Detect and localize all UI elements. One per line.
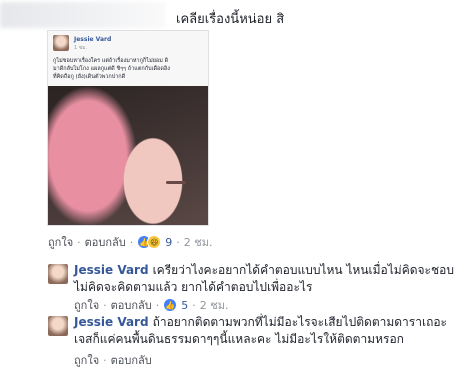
reply-meta: ถูกใจ · ตอบกลับ · 👍 5 · 2 ชม. bbox=[74, 296, 228, 314]
avatar[interactable] bbox=[48, 316, 68, 336]
reply-author[interactable]: Jessie Vard bbox=[74, 263, 149, 277]
closed-eye bbox=[166, 181, 186, 184]
shared-post-time: 1 ชม. bbox=[74, 45, 88, 51]
reactions[interactable]: 👍 😆 bbox=[137, 235, 162, 249]
haha-reaction-icon: 😆 bbox=[147, 235, 162, 249]
reply-body: Jessie Vard ถ้าอยากติดตามพวกที่ไม่มีอะไรจ… bbox=[74, 314, 458, 348]
portrait-photo bbox=[48, 86, 208, 225]
avatar[interactable] bbox=[48, 264, 68, 284]
like-link[interactable]: ถูกใจ bbox=[48, 233, 73, 251]
comment-time[interactable]: 2 ชม. bbox=[184, 233, 213, 251]
reply-meta: ถูกใจ · ตอบกลับ bbox=[74, 351, 152, 369]
reply-link[interactable]: ตอบกลับ bbox=[85, 233, 126, 251]
shared-post-text: กูไม่ชอบหาเรื่องใคร แต่ถ้าเรื่องมาหากูก็… bbox=[53, 58, 170, 80]
like-reaction-icon: 👍 bbox=[163, 298, 178, 312]
shared-post-header: Jessie Vard 1 ชม. bbox=[53, 35, 203, 55]
shared-post-screenshot[interactable]: Jessie Vard 1 ชม. กูไม่ชอบหาเรื่องใคร แต… bbox=[47, 30, 209, 226]
reaction-count[interactable]: 9 bbox=[165, 236, 172, 249]
reply-link[interactable]: ตอบกลับ bbox=[111, 351, 152, 369]
reply-body: Jessie Vard เครียว่าไงคะอยากได้คำตอบแบบไห… bbox=[74, 262, 458, 296]
reply-link[interactable]: ตอบกลับ bbox=[111, 296, 152, 314]
blurred-commenter-name bbox=[0, 2, 166, 28]
reply-comment: Jessie Vard ถ้าอยากติดตามพวกที่ไม่มีอะไรจ… bbox=[48, 314, 458, 354]
reaction-count[interactable]: 5 bbox=[181, 299, 188, 312]
comment-time[interactable]: 2 ชม. bbox=[200, 296, 229, 314]
shared-post-avatar bbox=[53, 35, 69, 51]
top-comment-meta: ถูกใจ · ตอบกลับ · 👍 😆 9 · 2 ชม. bbox=[48, 233, 212, 251]
like-link[interactable]: ถูกใจ bbox=[74, 296, 99, 314]
reply-author[interactable]: Jessie Vard bbox=[74, 315, 149, 329]
top-comment-text: เคลียเรื่องนี้หน่อย สิ bbox=[176, 12, 285, 27]
like-link[interactable]: ถูกใจ bbox=[74, 351, 99, 369]
shared-post-author: Jessie Vard bbox=[74, 36, 112, 43]
